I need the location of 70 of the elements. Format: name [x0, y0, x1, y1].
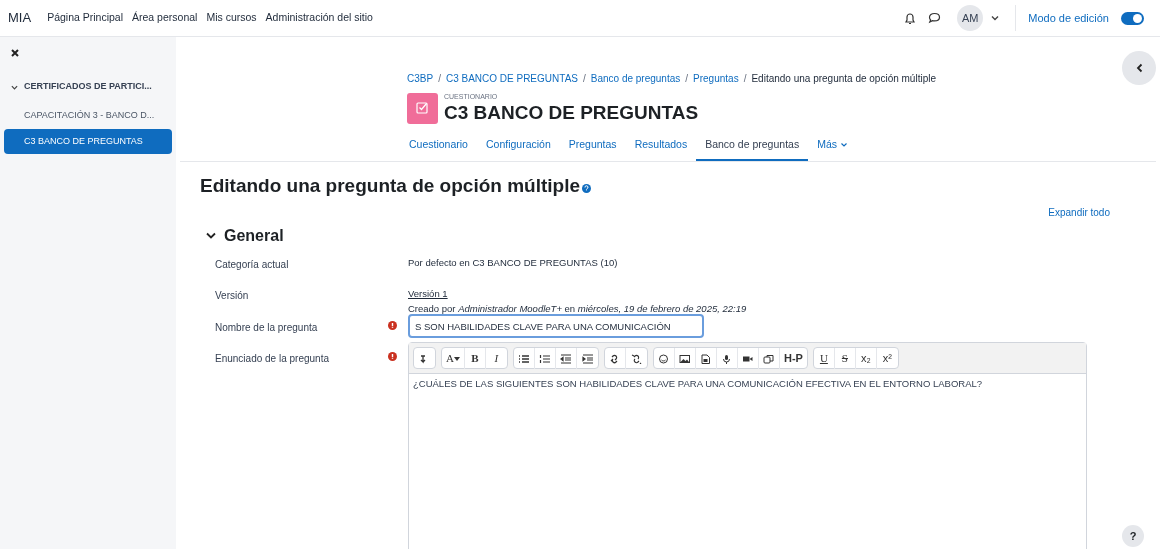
nav-tab[interactable]: Preguntas	[559, 130, 626, 161]
format-button[interactable]: B	[464, 348, 486, 369]
edit-mode-toggle[interactable]	[1121, 11, 1144, 25]
nav-link[interactable]: Página Principal	[47, 10, 123, 26]
format-button[interactable]: A	[442, 348, 465, 369]
field-label: Enunciado de la pregunta	[214, 352, 330, 366]
nav-tab[interactable]: Más	[808, 130, 856, 161]
field-label: Categoría actual	[214, 257, 290, 272]
indent-icon	[581, 353, 593, 364]
file-icon	[700, 353, 712, 364]
bell-icon[interactable]	[904, 11, 917, 25]
chevron-left-icon	[1135, 63, 1143, 73]
format-button[interactable]: H-P	[779, 348, 807, 369]
nav-tab[interactable]: Configuración	[476, 130, 560, 161]
format-button[interactable]: x₂	[855, 348, 877, 369]
breadcrumb-current: Editando una pregunta de opción múltiple	[751, 72, 936, 86]
help-button[interactable]: ?	[1122, 525, 1144, 547]
editor-content: ¿CUÁLES DE LAS SIGUIENTES SON HABILIDADES CLAVE PARA UNA COMUNICACIÓN EFECTIVA EN EL ENTORNO LABORAL?	[412, 377, 984, 391]
section-heading[interactable]: General	[224, 223, 284, 248]
chat-icon[interactable]	[928, 12, 942, 24]
copy-icon	[763, 353, 775, 364]
image-icon	[679, 353, 691, 364]
caret-icon[interactable]	[991, 15, 1000, 21]
input-field[interactable]: S SON HABILIDADES CLAVE PARA UNA COMUNICACIÓN	[408, 314, 704, 338]
microphone-icon	[721, 353, 733, 364]
nav-link[interactable]: Administración del sitio	[265, 10, 373, 26]
outdent-icon	[560, 353, 572, 364]
version-link[interactable]: Versión 1	[408, 286, 448, 301]
caret-icon[interactable]	[11, 83, 18, 91]
format-button[interactable]: U	[813, 348, 835, 369]
breadcrumb-link[interactable]: Preguntas	[693, 71, 739, 86]
help-icon[interactable]	[582, 184, 591, 194]
sidebar-item[interactable]: CAPACITACIÓN 3 - BANCO D...	[4, 103, 172, 128]
field-label: Nombre de la pregunta	[214, 321, 319, 335]
sidebar-item[interactable]: C3 BANCO DE PREGUNTAS	[4, 129, 172, 154]
nav-tab[interactable]: Cuestionario	[400, 130, 477, 161]
breadcrumb-separator: /	[685, 72, 689, 86]
nav-link[interactable]: Área personal	[132, 10, 198, 26]
page-title: Editando una pregunta de opción múltiple	[200, 174, 580, 198]
edit-mode-label: Modo de edición	[1028, 10, 1109, 26]
expand-all-link[interactable]: Expandir todo	[1048, 204, 1110, 220]
format-button[interactable]: x²	[876, 348, 898, 369]
caret-icon[interactable]	[206, 231, 216, 240]
text-editor[interactable]: A B I H-P U S x₂ x² ¿CUÁLES DE LAS SIGUIENTES SON HABILIDADES CLAVE PARA UNA COMUNICACIÓN EFECTIVA EN EL ENTORNO LABORAL?	[408, 342, 1087, 549]
unlink-icon	[630, 353, 642, 364]
field-value: Por defecto en C3 BANCO DE PREGUNTAS (10)	[408, 255, 619, 270]
emoji-icon	[658, 353, 670, 364]
caret-icon[interactable]	[453, 356, 460, 361]
site-brand[interactable]: MIA	[8, 8, 32, 28]
bullet-list-icon	[518, 353, 530, 364]
drawer-toggle-button[interactable]	[1122, 51, 1156, 85]
sidebar-section-label[interactable]: CERTIFICADOS DE PARTICI...	[24, 80, 152, 94]
breadcrumb-separator: /	[582, 72, 586, 86]
close-icon[interactable]	[11, 49, 19, 57]
creation-info: Creado por Administrador MoodleT+ en miércoles, 19 de febrero de 2025, 22:19	[408, 301, 748, 316]
breadcrumb-separator: /	[438, 72, 441, 86]
breadcrumb-link[interactable]: C3BP	[407, 71, 434, 86]
numbered-list-icon	[539, 353, 551, 364]
breadcrumb-link[interactable]: Banco de preguntas	[590, 71, 681, 86]
course-title: C3 BANCO DE PREGUNTAS	[444, 101, 699, 124]
nav-tab[interactable]: Banco de preguntas	[696, 130, 809, 161]
user-avatar[interactable]: AM	[957, 5, 984, 31]
format-button[interactable]: I	[485, 348, 507, 369]
breadcrumb-separator: /	[743, 72, 747, 86]
nav-link[interactable]: Mis cursos	[206, 10, 257, 26]
nav-tab[interactable]: Resultados	[625, 130, 697, 161]
field-label: Versión	[214, 288, 250, 303]
format-button[interactable]: S	[834, 348, 856, 369]
breadcrumb-link[interactable]: C3 BANCO DE PREGUNTAS	[445, 71, 578, 86]
quiz-icon	[407, 92, 438, 124]
